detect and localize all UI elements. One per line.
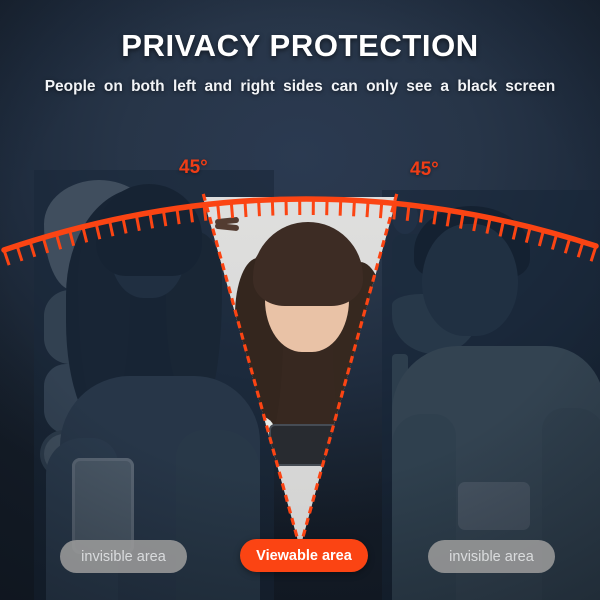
privacy-protection-infographic: PRIVACY PROTECTION People on both left a… — [0, 0, 600, 600]
legend-pill-invisible-right[interactable]: invisible area — [428, 540, 555, 573]
legend-pill-viewable[interactable]: Viewable area — [240, 539, 368, 572]
angle-label-right: 45° — [410, 159, 439, 180]
legend-pill-invisible-left[interactable]: invisible area — [60, 540, 187, 573]
cone-edge-left — [201, 192, 302, 549]
cone-edge-right — [298, 192, 399, 549]
page-title: PRIVACY PROTECTION — [121, 28, 479, 63]
angle-label-left: 45° — [179, 157, 208, 178]
page-subtitle: People on both left and right sides can … — [44, 78, 556, 95]
